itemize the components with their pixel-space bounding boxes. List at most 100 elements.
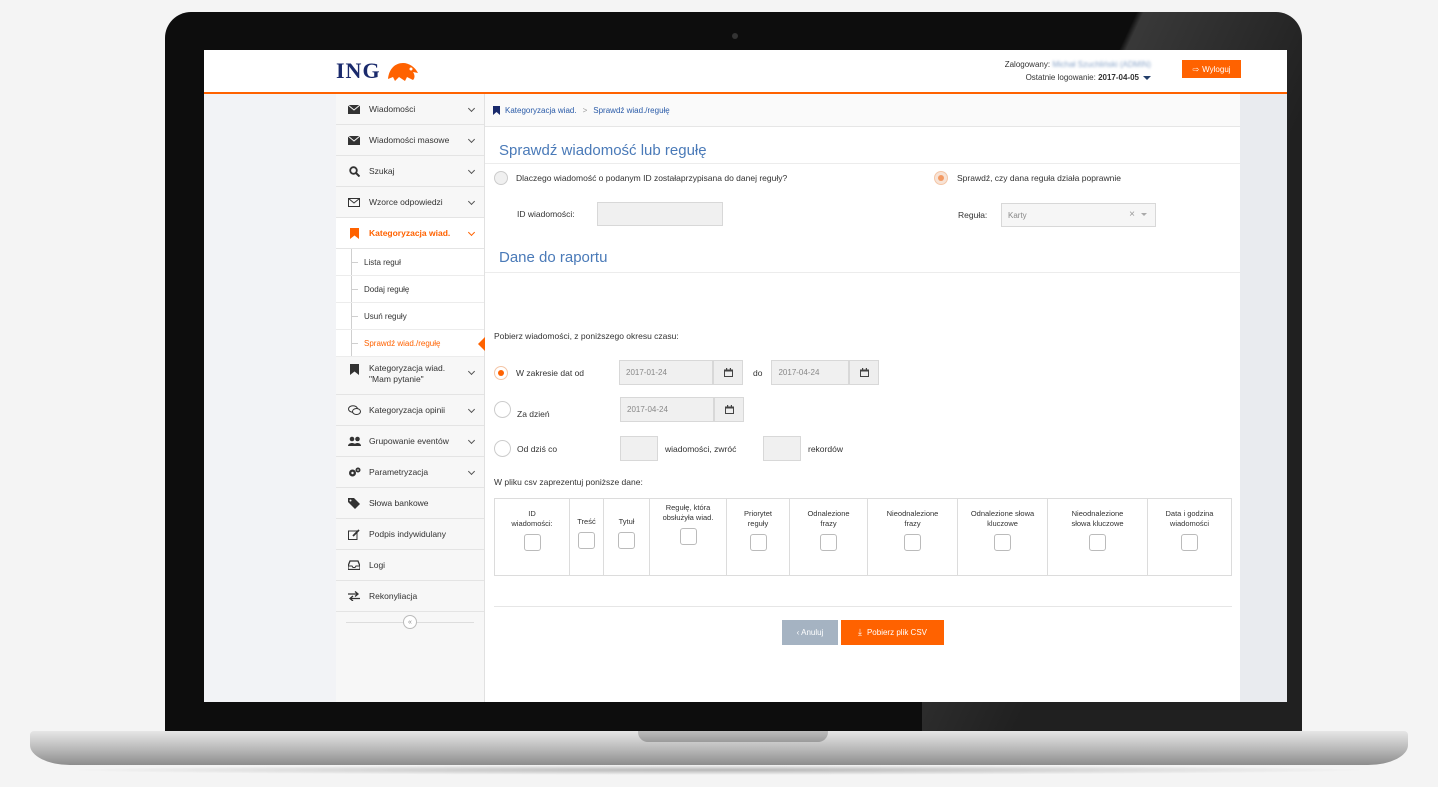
day-input[interactable]: 2017-04-24 xyxy=(620,397,714,422)
sidebar-item-templates[interactable]: Wzorce odpowiedzi xyxy=(336,187,484,218)
logo-text: ING xyxy=(336,58,381,83)
radio-date-range[interactable] xyxy=(494,365,508,380)
right-background xyxy=(1240,94,1287,702)
sidebar-item-label: Słowa bankowe xyxy=(369,498,429,508)
option-check-rule[interactable]: Sprawdź, czy dana reguła działa poprawni… xyxy=(934,171,1121,185)
sidebar-item-label: Szukaj xyxy=(369,166,395,176)
csv-column-label: Treść xyxy=(577,517,596,526)
sidebar-item-opinions[interactable]: Kategoryzacja opinii xyxy=(336,395,484,426)
range-row: W zakresie dat od 2017-01-24 do 2017-04-… xyxy=(494,360,880,385)
sidebar-item-label: Grupowanie eventów xyxy=(369,436,449,446)
bookmark-icon xyxy=(493,105,500,115)
clear-icon[interactable]: × xyxy=(1129,209,1135,220)
bookmark-icon xyxy=(347,363,361,375)
rule-select[interactable]: Karty × xyxy=(1001,203,1156,227)
calendar-icon[interactable] xyxy=(849,360,880,385)
csv-column[interactable]: ID wiadomości: xyxy=(495,499,570,575)
csv-column-checkbox[interactable] xyxy=(679,528,697,545)
csv-column-checkbox[interactable] xyxy=(904,534,921,551)
csv-column[interactable]: Treść xyxy=(570,499,604,575)
sidebar-subitem-rule-list[interactable]: Lista reguł xyxy=(336,249,484,276)
sidebar-collapse-row: « xyxy=(336,612,484,632)
calendar-icon[interactable] xyxy=(714,397,744,422)
csv-column[interactable]: Nieodnalezione frazy xyxy=(868,499,958,575)
interval-input[interactable] xyxy=(620,436,658,461)
csv-column-checkbox[interactable] xyxy=(1181,534,1198,551)
sidebar-item-label: Parametryzacja xyxy=(369,467,429,477)
chevron-down-icon xyxy=(467,197,476,206)
radio-from-today[interactable] xyxy=(494,440,511,457)
envelope-outline-icon xyxy=(347,196,361,208)
records-input[interactable] xyxy=(763,436,801,461)
chevron-down-icon xyxy=(467,228,476,237)
comments-icon xyxy=(347,404,361,416)
chevron-down-icon xyxy=(467,166,476,175)
sidebar-item-categorization-questions[interactable]: Kategoryzacja wiad. "Mam pytanie" xyxy=(336,357,484,395)
csv-column-checkbox[interactable] xyxy=(994,534,1011,551)
csv-column[interactable]: Odnalezione frazy xyxy=(790,499,868,575)
csv-column[interactable]: Odnalezione słowa kluczowe xyxy=(958,499,1048,575)
message-id-input[interactable] xyxy=(597,202,723,226)
radio-single-day[interactable] xyxy=(494,401,511,418)
sidebar-subitem-check-rule[interactable]: Sprawdź wiad./regułę xyxy=(336,330,485,357)
sidebar-item-search[interactable]: Szukaj xyxy=(336,156,484,187)
csv-column-checkbox[interactable] xyxy=(820,534,837,551)
csv-column[interactable]: Nieodnalezione słowa kluczowe xyxy=(1048,499,1148,575)
sidebar-item-mass-messages[interactable]: Wiadomości masowe xyxy=(336,125,484,156)
csv-column-label: Data i godzina wiadomości xyxy=(1165,509,1214,528)
chevron-down-icon xyxy=(467,367,476,376)
logout-button[interactable]: ⇨ Wyloguj xyxy=(1182,60,1241,78)
sidebar-item-reconciliation[interactable]: Rekonyliacja xyxy=(336,581,484,612)
breadcrumb-current: Sprawdź wiad./regułę xyxy=(593,105,670,115)
csv-column-label: Odnalezione frazy xyxy=(807,509,850,528)
caret-down-icon[interactable] xyxy=(1143,75,1151,80)
tags-icon xyxy=(347,497,361,509)
sidebar-item-logs[interactable]: Logi xyxy=(336,550,484,581)
left-background xyxy=(204,94,336,702)
report-section-title: Dane do raportu xyxy=(485,242,1240,273)
sidebar-item-categorization[interactable]: Kategoryzacja wiad. xyxy=(336,218,484,249)
csv-column[interactable]: Data i godzina wiadomości xyxy=(1148,499,1231,575)
logout-icon: ⇨ xyxy=(1192,64,1200,74)
csv-column-checkbox[interactable] xyxy=(749,534,767,551)
day-row: Za dzień 2017-04-24 xyxy=(494,397,744,422)
option-why-assigned[interactable]: Dlaczego wiadomość o podanym ID zostałap… xyxy=(494,171,787,185)
sidebar-item-events[interactable]: Grupowanie eventów xyxy=(336,426,484,457)
collapse-sidebar-icon[interactable]: « xyxy=(403,615,417,629)
csv-column-label: Priorytet reguły xyxy=(744,509,772,528)
sidebar-item-signature[interactable]: Podpis indywidulany xyxy=(336,519,484,550)
csv-column-checkbox[interactable] xyxy=(523,534,541,551)
main-content: Kategoryzacja wiad. > Sprawdź wiad./regu… xyxy=(485,94,1240,702)
sidebar-subitem-add-rule[interactable]: Dodaj regułę xyxy=(336,276,484,303)
csv-column[interactable]: Regułę, która obsłużyła wiad. xyxy=(650,499,727,575)
calendar-icon[interactable] xyxy=(713,360,743,385)
breadcrumb-link[interactable]: Kategoryzacja wiad. xyxy=(505,106,577,115)
radio-check-rule[interactable] xyxy=(934,171,948,185)
sidebar-item-bank-words[interactable]: Słowa bankowe xyxy=(336,488,484,519)
id-row: ID wiadomości: xyxy=(517,202,723,226)
fetch-label: Pobierz wiadomości, z poniższego okresu … xyxy=(494,331,679,341)
ing-logo[interactable]: ING xyxy=(336,58,421,84)
csv-column-label: ID wiadomości: xyxy=(511,509,553,528)
sidebar-item-label: Wiadomości xyxy=(369,104,416,114)
sidebar-item-label: Kategoryzacja opinii xyxy=(369,405,446,415)
date-to-input[interactable]: 2017-04-24 xyxy=(771,360,850,385)
date-from-input[interactable]: 2017-01-24 xyxy=(619,360,713,385)
edit-icon xyxy=(347,528,361,540)
csv-column[interactable]: Priorytet reguły xyxy=(727,499,790,575)
download-csv-button[interactable]: ⤓ Pobierz plik CSV xyxy=(841,620,944,645)
csv-column-checkbox[interactable] xyxy=(618,532,635,549)
cancel-button[interactable]: ‹ Anuluj xyxy=(782,620,838,645)
bookmark-icon xyxy=(347,227,361,239)
check-section-title: Sprawdź wiadomość lub regułę xyxy=(485,137,1240,164)
radio-why-assigned[interactable] xyxy=(494,171,508,185)
sidebar-subitem-delete-rules[interactable]: Usuń reguły xyxy=(336,303,484,330)
csv-column-checkbox[interactable] xyxy=(578,532,595,549)
csv-column[interactable]: Tytuł xyxy=(604,499,650,575)
csv-label: W pliku csv zaprezentuj poniższe dane: xyxy=(494,477,643,487)
sidebar-item-messages[interactable]: Wiadomości xyxy=(336,94,484,125)
csv-column-checkbox[interactable] xyxy=(1089,534,1106,551)
sidebar-item-parameters[interactable]: Parametryzacja xyxy=(336,457,484,488)
chevron-down-icon xyxy=(467,436,476,445)
id-label: ID wiadomości: xyxy=(517,209,575,219)
